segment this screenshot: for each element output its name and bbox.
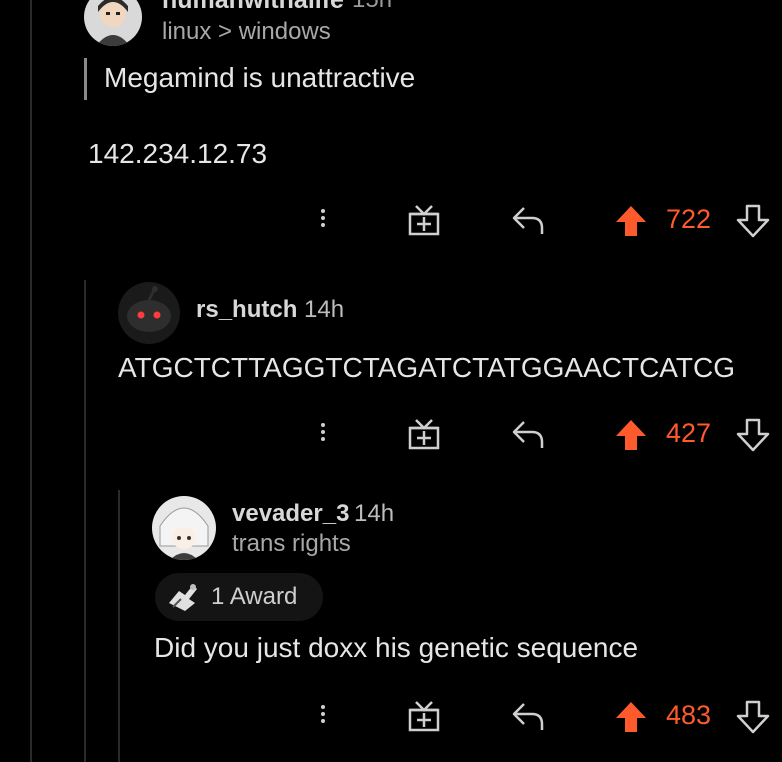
avatar[interactable] (152, 496, 216, 560)
award-icon (169, 584, 197, 611)
vote-count: 427 (666, 418, 712, 448)
award-label: 1 Award (211, 583, 298, 610)
comment-body: ATGCTCTTAGGTCTAGATCTATGGAACTCATCG (118, 352, 735, 383)
gift-award-icon[interactable] (406, 698, 442, 734)
upvote-icon[interactable] (614, 204, 648, 238)
quote-text: Megamind is unattractive (104, 62, 416, 93)
downvote-icon[interactable] (736, 418, 770, 452)
user-flair: trans rights (232, 530, 351, 557)
comment-actions: 483 (318, 696, 778, 736)
user-flair: linux > windows (162, 18, 331, 45)
comment-body: 142.234.12.73 (88, 138, 268, 169)
comment-actions: 722 (318, 200, 778, 240)
award-badge[interactable]: 1 Award (155, 573, 323, 621)
reply-icon[interactable] (510, 700, 546, 732)
reply-icon[interactable] (510, 204, 546, 236)
thread-line (30, 0, 32, 762)
timestamp: 15h (352, 0, 392, 14)
gift-award-icon[interactable] (406, 416, 442, 452)
quote-bar (84, 58, 87, 100)
avatar[interactable] (84, 0, 142, 46)
upvote-icon[interactable] (614, 700, 648, 734)
more-options-icon[interactable] (318, 702, 328, 732)
comment-actions: 427 (318, 414, 778, 454)
vote-count: 483 (666, 700, 712, 730)
downvote-icon[interactable] (736, 700, 770, 734)
timestamp: 14h (354, 500, 395, 527)
more-options-icon[interactable] (318, 420, 328, 450)
timestamp: 14h (304, 296, 345, 323)
upvote-icon[interactable] (614, 418, 648, 452)
avatar[interactable] (118, 282, 180, 344)
gift-award-icon[interactable] (406, 202, 442, 238)
username[interactable]: rs_hutch (196, 296, 297, 324)
username[interactable]: vevader_3 (232, 500, 349, 528)
thread-line (118, 490, 120, 762)
more-options-icon[interactable] (318, 206, 328, 236)
thread-line (84, 280, 86, 762)
vote-count: 722 (666, 204, 712, 234)
reply-icon[interactable] (510, 418, 546, 450)
downvote-icon[interactable] (736, 204, 770, 238)
username[interactable]: numanwithalife (162, 0, 344, 15)
comment-body: Did you just doxx his genetic sequence (154, 632, 639, 663)
